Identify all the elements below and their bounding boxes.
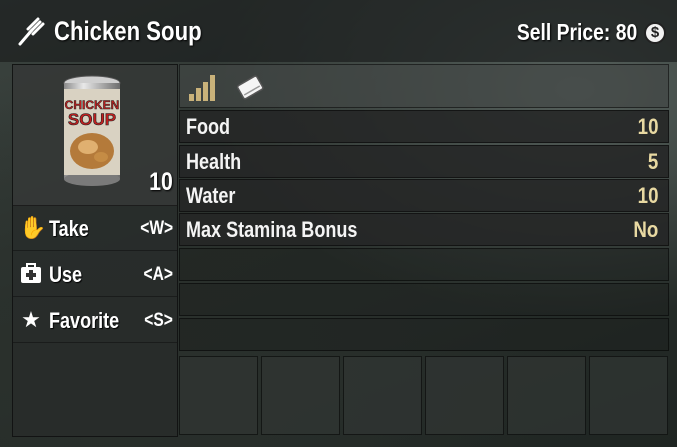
use-button[interactable]: Use <A>: [13, 252, 177, 297]
mod-slot[interactable]: [589, 356, 668, 435]
mod-slot[interactable]: [261, 356, 340, 435]
favorite-button[interactable]: ★ Favorite <S>: [13, 298, 177, 343]
stat-row-food: Food 10: [179, 110, 669, 143]
stat-value: 10: [637, 183, 658, 208]
stat-row-max-stamina-bonus: Max Stamina Bonus No: [179, 213, 669, 246]
star-icon: ★: [21, 307, 41, 332]
take-key: <W>: [140, 218, 173, 239]
quality-bars-icon: [189, 75, 215, 101]
item-panel: CHICKEN SOUP 10 ✋ Take <W> Use <A> ★ Fav…: [12, 64, 178, 437]
use-key: <A>: [143, 264, 173, 285]
take-label: Take: [49, 216, 89, 241]
stat-row-empty: [179, 248, 669, 281]
sell-price: Sell Price: 80: [516, 19, 637, 45]
stat-row-water: Water 10: [179, 179, 669, 212]
chicken-soup-can-icon: CHICKEN SOUP: [63, 75, 121, 186]
stat-icon-row: [179, 64, 669, 108]
stat-row-empty: [179, 283, 669, 316]
coin-icon: $: [644, 22, 666, 44]
mod-slot[interactable]: [425, 356, 504, 435]
favorite-key: <S>: [144, 310, 173, 331]
stats-panel: Food 10 Health 5 Water 10 Max Stamina Bo…: [179, 64, 669, 354]
fork-icon: [18, 17, 45, 46]
use-label: Use: [49, 262, 83, 287]
mod-slot[interactable]: [507, 356, 586, 435]
favorite-label: Favorite: [49, 308, 120, 333]
stat-name: Food: [186, 114, 231, 139]
item-title: Chicken Soup: [54, 16, 202, 46]
stat-name: Water: [186, 183, 236, 208]
item-count: 10: [149, 168, 173, 196]
stat-value: 10: [637, 114, 658, 139]
item-slot[interactable]: CHICKEN SOUP 10: [13, 65, 177, 206]
book-icon: [236, 75, 264, 100]
stat-name: Health: [186, 149, 242, 174]
stat-row-empty: [179, 318, 669, 351]
medkit-icon: [19, 262, 43, 286]
item-header: Chicken Soup Sell Price: 80 $: [0, 0, 677, 62]
can-label-bottom: SOUP: [68, 110, 116, 129]
stat-value: No: [633, 217, 658, 242]
hand-icon: ✋: [19, 215, 47, 240]
stat-value: 5: [647, 149, 658, 174]
stat-row-health: Health 5: [179, 145, 669, 178]
mod-slot[interactable]: [343, 356, 422, 435]
stat-name: Max Stamina Bonus: [186, 217, 358, 242]
take-button[interactable]: ✋ Take <W>: [13, 206, 177, 251]
mod-slot[interactable]: [179, 356, 258, 435]
